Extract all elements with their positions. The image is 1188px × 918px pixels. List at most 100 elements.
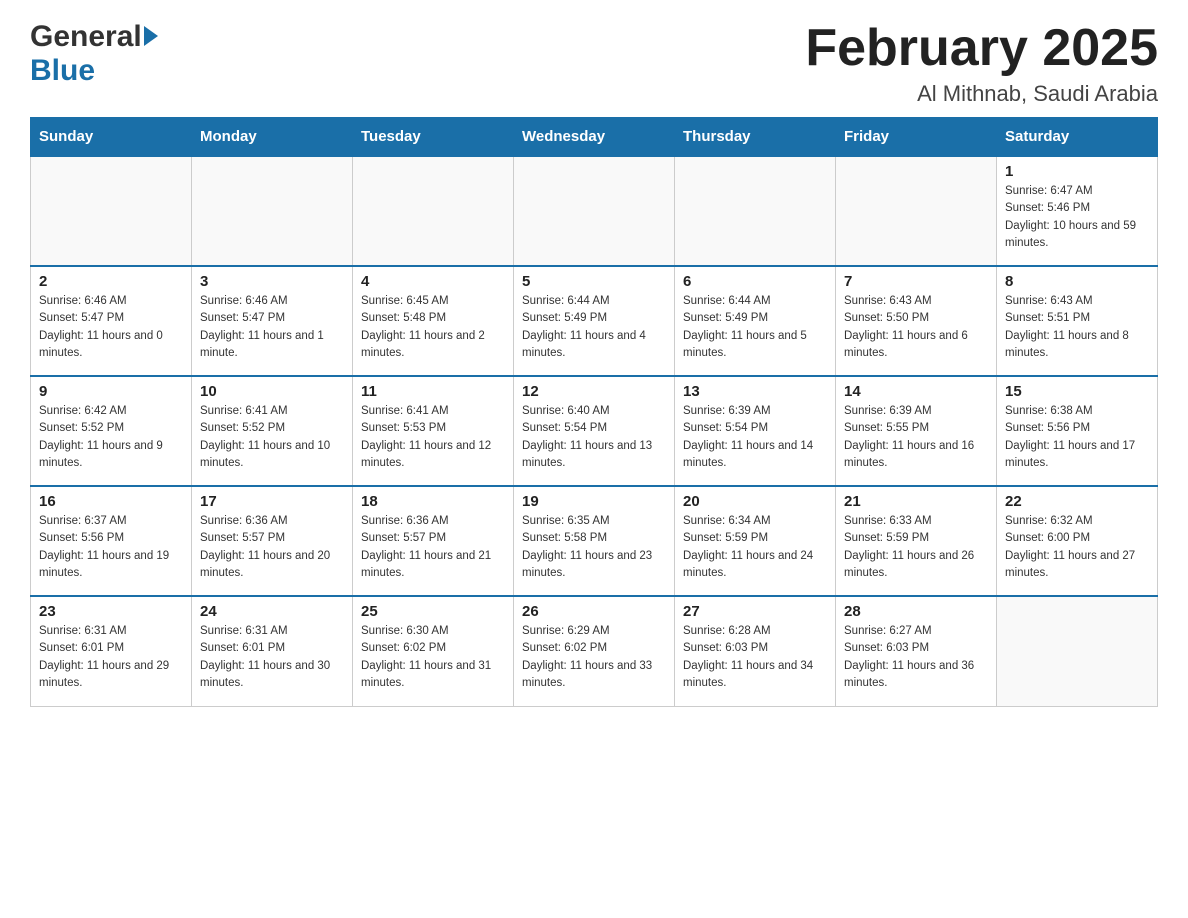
calendar-cell: [675, 156, 836, 266]
title-section: February 2025 Al Mithnab, Saudi Arabia: [805, 20, 1158, 107]
day-number: 22: [1005, 493, 1149, 510]
calendar-cell: 23 Sunrise: 6:31 AMSunset: 6:01 PMDayligh…: [31, 596, 192, 706]
day-info: Sunrise: 6:29 AMSunset: 6:02 PMDaylight:…: [522, 623, 666, 692]
day-info: Sunrise: 6:30 AMSunset: 6:02 PMDaylight:…: [361, 623, 505, 692]
day-info: Sunrise: 6:35 AMSunset: 5:58 PMDaylight:…: [522, 513, 666, 582]
day-info: Sunrise: 6:31 AMSunset: 6:01 PMDaylight:…: [39, 623, 183, 692]
day-number: 18: [361, 493, 505, 510]
day-info: Sunrise: 6:39 AMSunset: 5:55 PMDaylight:…: [844, 403, 988, 472]
day-info: Sunrise: 6:38 AMSunset: 5:56 PMDaylight:…: [1005, 403, 1149, 472]
day-info: Sunrise: 6:46 AMSunset: 5:47 PMDaylight:…: [200, 293, 344, 362]
day-info: Sunrise: 6:34 AMSunset: 5:59 PMDaylight:…: [683, 513, 827, 582]
day-info: Sunrise: 6:44 AMSunset: 5:49 PMDaylight:…: [683, 293, 827, 362]
calendar-cell: 14 Sunrise: 6:39 AMSunset: 5:55 PMDayligh…: [836, 376, 997, 486]
calendar-cell: [514, 156, 675, 266]
calendar-cell: [192, 156, 353, 266]
day-number: 2: [39, 273, 183, 290]
day-number: 20: [683, 493, 827, 510]
calendar-table: SundayMondayTuesdayWednesdayThursdayFrid…: [30, 117, 1158, 707]
day-number: 12: [522, 383, 666, 400]
weekday-header-tuesday: Tuesday: [353, 118, 514, 157]
calendar-cell: 8 Sunrise: 6:43 AMSunset: 5:51 PMDaylight…: [997, 266, 1158, 376]
day-number: 6: [683, 273, 827, 290]
day-number: 13: [683, 383, 827, 400]
calendar-cell: 9 Sunrise: 6:42 AMSunset: 5:52 PMDaylight…: [31, 376, 192, 486]
calendar-cell: 22 Sunrise: 6:32 AMSunset: 6:00 PMDayligh…: [997, 486, 1158, 596]
logo-blue-text: Blue: [30, 54, 95, 88]
day-number: 25: [361, 603, 505, 620]
day-number: 23: [39, 603, 183, 620]
location-title: Al Mithnab, Saudi Arabia: [805, 81, 1158, 107]
calendar-cell: 3 Sunrise: 6:46 AMSunset: 5:47 PMDaylight…: [192, 266, 353, 376]
calendar-cell: [353, 156, 514, 266]
day-info: Sunrise: 6:37 AMSunset: 5:56 PMDaylight:…: [39, 513, 183, 582]
calendar-cell: 6 Sunrise: 6:44 AMSunset: 5:49 PMDaylight…: [675, 266, 836, 376]
calendar-cell: 2 Sunrise: 6:46 AMSunset: 5:47 PMDaylight…: [31, 266, 192, 376]
day-info: Sunrise: 6:31 AMSunset: 6:01 PMDaylight:…: [200, 623, 344, 692]
calendar-cell: 1Sunrise: 6:47 AMSunset: 5:46 PMDaylight…: [997, 156, 1158, 266]
weekday-header-friday: Friday: [836, 118, 997, 157]
day-number: 3: [200, 273, 344, 290]
calendar-cell: [31, 156, 192, 266]
day-info: Sunrise: 6:41 AMSunset: 5:53 PMDaylight:…: [361, 403, 505, 472]
calendar-cell: 7 Sunrise: 6:43 AMSunset: 5:50 PMDaylight…: [836, 266, 997, 376]
day-number: 8: [1005, 273, 1149, 290]
calendar-cell: [836, 156, 997, 266]
month-title: February 2025: [805, 20, 1158, 77]
day-info: Sunrise: 6:44 AMSunset: 5:49 PMDaylight:…: [522, 293, 666, 362]
calendar-cell: 27Sunrise: 6:28 AMSunset: 6:03 PMDayligh…: [675, 596, 836, 706]
day-info: Sunrise: 6:45 AMSunset: 5:48 PMDaylight:…: [361, 293, 505, 362]
day-info: Sunrise: 6:36 AMSunset: 5:57 PMDaylight:…: [361, 513, 505, 582]
calendar-week-row: 23 Sunrise: 6:31 AMSunset: 6:01 PMDayligh…: [31, 596, 1158, 706]
calendar-week-row: 16Sunrise: 6:37 AMSunset: 5:56 PMDayligh…: [31, 486, 1158, 596]
day-info: Sunrise: 6:46 AMSunset: 5:47 PMDaylight:…: [39, 293, 183, 362]
day-info: Sunrise: 6:43 AMSunset: 5:50 PMDaylight:…: [844, 293, 988, 362]
calendar-cell: 18 Sunrise: 6:36 AMSunset: 5:57 PMDayligh…: [353, 486, 514, 596]
day-number: 17: [200, 493, 344, 510]
day-number: 21: [844, 493, 988, 510]
calendar-cell: 26 Sunrise: 6:29 AMSunset: 6:02 PMDayligh…: [514, 596, 675, 706]
logo: General Blue: [30, 20, 158, 88]
weekday-header-saturday: Saturday: [997, 118, 1158, 157]
day-info: Sunrise: 6:36 AMSunset: 5:57 PMDaylight:…: [200, 513, 344, 582]
day-number: 10: [200, 383, 344, 400]
calendar-week-row: 1Sunrise: 6:47 AMSunset: 5:46 PMDaylight…: [31, 156, 1158, 266]
day-number: 5: [522, 273, 666, 290]
day-info: Sunrise: 6:41 AMSunset: 5:52 PMDaylight:…: [200, 403, 344, 472]
day-info: Sunrise: 6:40 AMSunset: 5:54 PMDaylight:…: [522, 403, 666, 472]
calendar-cell: 17 Sunrise: 6:36 AMSunset: 5:57 PMDayligh…: [192, 486, 353, 596]
weekday-header-thursday: Thursday: [675, 118, 836, 157]
weekday-header-row: SundayMondayTuesdayWednesdayThursdayFrid…: [31, 118, 1158, 157]
calendar-week-row: 9 Sunrise: 6:42 AMSunset: 5:52 PMDaylight…: [31, 376, 1158, 486]
day-number: 1: [1005, 163, 1149, 180]
calendar-cell: 5 Sunrise: 6:44 AMSunset: 5:49 PMDaylight…: [514, 266, 675, 376]
calendar-week-row: 2 Sunrise: 6:46 AMSunset: 5:47 PMDaylight…: [31, 266, 1158, 376]
day-number: 9: [39, 383, 183, 400]
day-info: Sunrise: 6:28 AMSunset: 6:03 PMDaylight:…: [683, 623, 827, 692]
calendar-cell: 25 Sunrise: 6:30 AMSunset: 6:02 PMDayligh…: [353, 596, 514, 706]
calendar-cell: 12 Sunrise: 6:40 AMSunset: 5:54 PMDayligh…: [514, 376, 675, 486]
day-number: 4: [361, 273, 505, 290]
calendar-cell: 15 Sunrise: 6:38 AMSunset: 5:56 PMDayligh…: [997, 376, 1158, 486]
weekday-header-monday: Monday: [192, 118, 353, 157]
day-info: Sunrise: 6:27 AMSunset: 6:03 PMDaylight:…: [844, 623, 988, 692]
logo-general-text: General: [30, 20, 142, 54]
day-info: Sunrise: 6:32 AMSunset: 6:00 PMDaylight:…: [1005, 513, 1149, 582]
calendar-cell: 4 Sunrise: 6:45 AMSunset: 5:48 PMDaylight…: [353, 266, 514, 376]
logo-triangle-icon: [144, 26, 158, 46]
day-number: 19: [522, 493, 666, 510]
day-info: Sunrise: 6:42 AMSunset: 5:52 PMDaylight:…: [39, 403, 183, 472]
day-info: Sunrise: 6:43 AMSunset: 5:51 PMDaylight:…: [1005, 293, 1149, 362]
calendar-cell: 24Sunrise: 6:31 AMSunset: 6:01 PMDayligh…: [192, 596, 353, 706]
page-header: General Blue February 2025 Al Mithnab, S…: [30, 20, 1158, 107]
day-number: 15: [1005, 383, 1149, 400]
day-number: 7: [844, 273, 988, 290]
calendar-cell: 21 Sunrise: 6:33 AMSunset: 5:59 PMDayligh…: [836, 486, 997, 596]
calendar-cell: 28Sunrise: 6:27 AMSunset: 6:03 PMDayligh…: [836, 596, 997, 706]
day-info: Sunrise: 6:33 AMSunset: 5:59 PMDaylight:…: [844, 513, 988, 582]
day-number: 14: [844, 383, 988, 400]
day-number: 11: [361, 383, 505, 400]
calendar-cell: [997, 596, 1158, 706]
day-number: 26: [522, 603, 666, 620]
calendar-cell: 16Sunrise: 6:37 AMSunset: 5:56 PMDayligh…: [31, 486, 192, 596]
